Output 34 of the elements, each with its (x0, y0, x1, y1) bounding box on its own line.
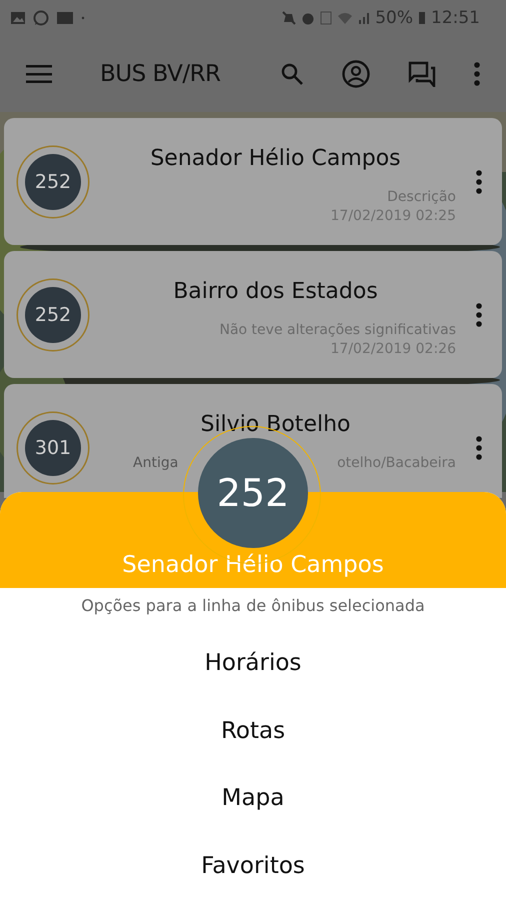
battery-percent: 50% (375, 8, 413, 28)
option-item[interactable]: Favoritos (0, 832, 506, 900)
mute-icon (282, 11, 296, 25)
image-icon (10, 11, 26, 25)
account-icon[interactable] (342, 60, 370, 88)
more-icon[interactable] (476, 170, 482, 194)
chat-icon (33, 10, 49, 26)
route-number-badge: 301 (25, 420, 81, 476)
option-item[interactable]: Mapa (0, 764, 506, 832)
route-description: Não teve alterações significativas (219, 322, 456, 338)
option-item[interactable]: Rotas (0, 696, 506, 765)
more-icon[interactable] (474, 62, 480, 86)
wifi-icon (337, 12, 354, 24)
route-description: Antiga (133, 455, 178, 471)
dot-icon (81, 16, 85, 20)
route-name: Senador Hélio Campos (149, 146, 402, 171)
route-name: Bairro dos Estados (172, 279, 379, 304)
app-title: BUS BV/RR (100, 61, 221, 87)
route-name: Senador Hélio Campos (122, 552, 384, 578)
signal-icon (358, 12, 370, 24)
more-icon[interactable] (476, 302, 482, 326)
battery-icon (418, 11, 426, 25)
sheet-subtitle: Opções para a linha de ônibus selecionada (81, 596, 425, 616)
route-number-badge: 252 (25, 286, 81, 342)
route-name: Silvio Botelho (199, 412, 352, 437)
chat-icon[interactable] (408, 61, 436, 87)
menu-icon[interactable] (26, 65, 52, 83)
route-description: otelho/Bacabeira (337, 455, 456, 471)
route-number-badge: 252 (25, 154, 81, 210)
search-icon[interactable] (280, 62, 304, 86)
clock: 12:51 (431, 8, 480, 28)
more-icon[interactable] (476, 436, 482, 460)
option-item[interactable]: Horários (0, 629, 506, 697)
route-description: Descrição (387, 189, 456, 205)
